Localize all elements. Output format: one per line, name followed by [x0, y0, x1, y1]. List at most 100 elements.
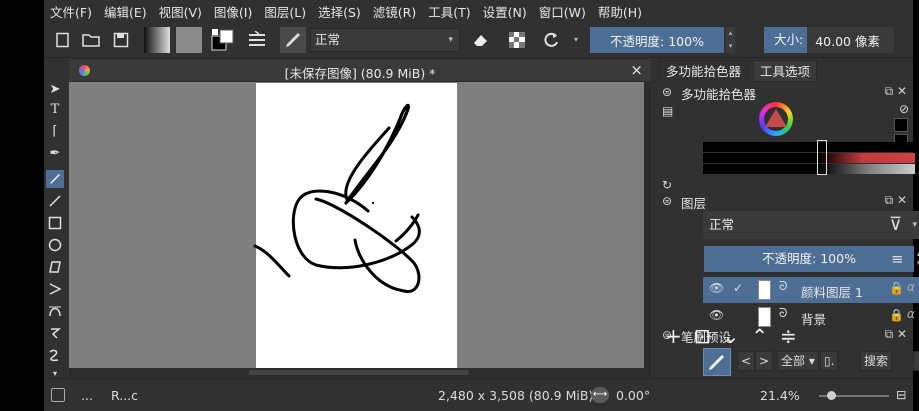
brush-search-field[interactable]: 搜索	[860, 351, 893, 371]
panel-lock-icon[interactable]: ⊜	[662, 85, 672, 99]
refresh-icon[interactable]: ↻	[662, 178, 672, 192]
rectangle-tool-icon[interactable]	[46, 214, 64, 232]
menu-icon[interactable]: ≡	[891, 250, 904, 268]
brush-only-checkbox[interactable]: ✓仅在	[913, 351, 919, 371]
freehand-path-tool-icon[interactable]	[46, 324, 64, 342]
canvas-paper[interactable]	[256, 83, 457, 368]
opacity-slider[interactable]: 不透明度: 100%	[590, 27, 724, 53]
rotation-value[interactable]: 0.00°	[616, 388, 650, 403]
size-label: 大小:	[764, 27, 808, 53]
brush-search-label: 搜索	[864, 354, 889, 368]
edit-shapes-tool-icon[interactable]: ⌈	[46, 122, 64, 140]
zoom-slider[interactable]	[819, 391, 889, 400]
previous-icon[interactable]: <	[737, 351, 756, 371]
menu-tools[interactable]: 工具(T)	[428, 2, 470, 21]
checkbox-icon[interactable]: ✓	[733, 281, 743, 295]
horizontal-scrollbar[interactable]	[69, 368, 651, 377]
select-shapes-tool-icon[interactable]: ➤	[46, 80, 64, 98]
vertical-scrollbar[interactable]	[644, 82, 651, 368]
float-close-icons[interactable]: ⧉ ✕	[885, 193, 907, 208]
polyline-tool-icon[interactable]	[46, 280, 64, 298]
rotation-icon[interactable]: ⟷	[591, 387, 609, 403]
color-settings-icon[interactable]: ▤	[662, 104, 673, 118]
reload-preset-icon[interactable]	[538, 27, 564, 53]
document-title: [未保存图像] (80.9 MiB) *	[284, 66, 436, 81]
selection-mode-icon[interactable]	[51, 388, 65, 402]
polygon-tool-icon[interactable]	[46, 258, 64, 276]
fill-options-icon[interactable]	[244, 27, 270, 53]
brush-size-slider[interactable]: 大小: 40.00 像素	[764, 27, 894, 53]
eraser-icon[interactable]	[468, 27, 494, 53]
menu-image[interactable]: 图像(I)	[214, 2, 252, 21]
eye-icon[interactable]: 👁	[709, 281, 724, 295]
layer-thumbnail	[758, 280, 771, 300]
float-close-icons[interactable]: ⧉ ✕	[885, 84, 907, 99]
color-slider-3[interactable]	[703, 164, 915, 174]
chevron-down-icon[interactable]: ▾	[574, 35, 578, 44]
alpha-icon[interactable]: α	[907, 307, 915, 321]
tab-tool-options[interactable]: 工具选项	[753, 60, 818, 82]
layer-blend-select[interactable]: 正常 ▾	[703, 211, 919, 239]
scrollbar-thumb[interactable]	[249, 370, 469, 375]
open-folder-icon[interactable]	[78, 27, 104, 53]
float-close-icons[interactable]: ⧉ ✕	[885, 327, 907, 342]
gradient-preset-icon[interactable]	[144, 27, 170, 53]
document-tab[interactable]: [未保存图像] (80.9 MiB) * ×	[69, 60, 651, 82]
brush-editor-icon[interactable]	[280, 27, 306, 53]
ellipse-tool-icon[interactable]	[46, 236, 64, 254]
color-triangle[interactable]	[765, 109, 787, 127]
lock-icon[interactable]: 🔒	[889, 281, 904, 295]
freehand-brush-tool-icon[interactable]	[46, 170, 64, 188]
tab-color-selector[interactable]: 多功能拾色器	[659, 60, 749, 82]
close-icon[interactable]: ×	[630, 61, 643, 79]
foreground-color-swatch[interactable]	[894, 118, 908, 132]
line-tool-icon[interactable]	[46, 192, 64, 210]
color-slider-2[interactable]	[703, 153, 915, 163]
color-sliders[interactable]	[703, 142, 915, 175]
menu-view[interactable]: 视图(V)	[159, 2, 202, 21]
blend-mode-select[interactable]: 正常 ▾	[310, 28, 460, 52]
menu-select[interactable]: 选择(S)	[318, 2, 361, 21]
menu-layer[interactable]: 图层(L)	[264, 2, 306, 21]
color-wheel[interactable]	[759, 102, 793, 136]
alpha-icon[interactable]: α	[907, 280, 915, 294]
eye-icon[interactable]: 👁	[709, 308, 724, 322]
blend-mode-value: 正常	[315, 32, 341, 47]
pattern-preset-icon[interactable]	[176, 27, 202, 53]
canvas-viewport[interactable]	[69, 82, 644, 368]
text-tool-icon[interactable]: T	[46, 100, 64, 118]
menu-window[interactable]: 窗口(W)	[539, 2, 586, 21]
layer-name: 颜料图层 1	[801, 285, 863, 300]
opacity-spinner[interactable]: ▴▾	[726, 27, 735, 53]
color-slider-marker[interactable]	[817, 140, 827, 175]
fg-bg-color-icon[interactable]	[210, 27, 236, 53]
layer-row[interactable]: 👁 ✓ ᘐ 颜料图层 1 🔒 α	[703, 277, 919, 303]
current-brush-name[interactable]: R...c	[111, 388, 138, 403]
screen-icon[interactable]: ⊟	[896, 387, 906, 402]
color-slider-1[interactable]	[703, 142, 915, 152]
menu-settings[interactable]: 设置(N)	[483, 2, 527, 21]
calligraphy-tool-icon[interactable]: ✒	[46, 144, 64, 162]
menu-edit[interactable]: 编辑(E)	[104, 2, 147, 21]
dynamic-brush-tool-icon[interactable]	[46, 346, 64, 364]
layer-actions-icons[interactable]: +⊡⌄⌃≑	[665, 324, 845, 348]
menu-file[interactable]: 文件(F)	[50, 2, 92, 21]
next-icon[interactable]: >	[755, 351, 774, 371]
zoom-value[interactable]: 21.4%	[760, 388, 800, 403]
alpha-lock-icon[interactable]	[504, 27, 530, 53]
lock-icon[interactable]: 🔒	[889, 308, 904, 322]
layer-opacity-slider[interactable]: 不透明度: 100%	[704, 246, 914, 272]
menu-help[interactable]: 帮助(H)	[598, 2, 642, 21]
reset-colors-icon[interactable]: ⊘	[899, 102, 909, 116]
brush-filter-select[interactable]: 全部 ▾	[777, 351, 819, 371]
filter-icon[interactable]: ⊽	[889, 214, 902, 235]
zoom-slider-knob[interactable]	[827, 391, 836, 400]
menu-filter[interactable]: 滤镜(R)	[373, 2, 416, 21]
panel-lock-icon[interactable]: ⊜	[662, 194, 672, 208]
new-document-icon[interactable]	[50, 27, 76, 53]
tag-icon[interactable]: ▯.	[820, 351, 839, 371]
bezier-tool-icon[interactable]	[46, 302, 64, 320]
save-icon[interactable]	[108, 27, 134, 53]
toolbox: ➤ T ⌈ ✒ ▾	[44, 58, 66, 378]
brush-preset-thumbnail[interactable]	[703, 348, 731, 376]
